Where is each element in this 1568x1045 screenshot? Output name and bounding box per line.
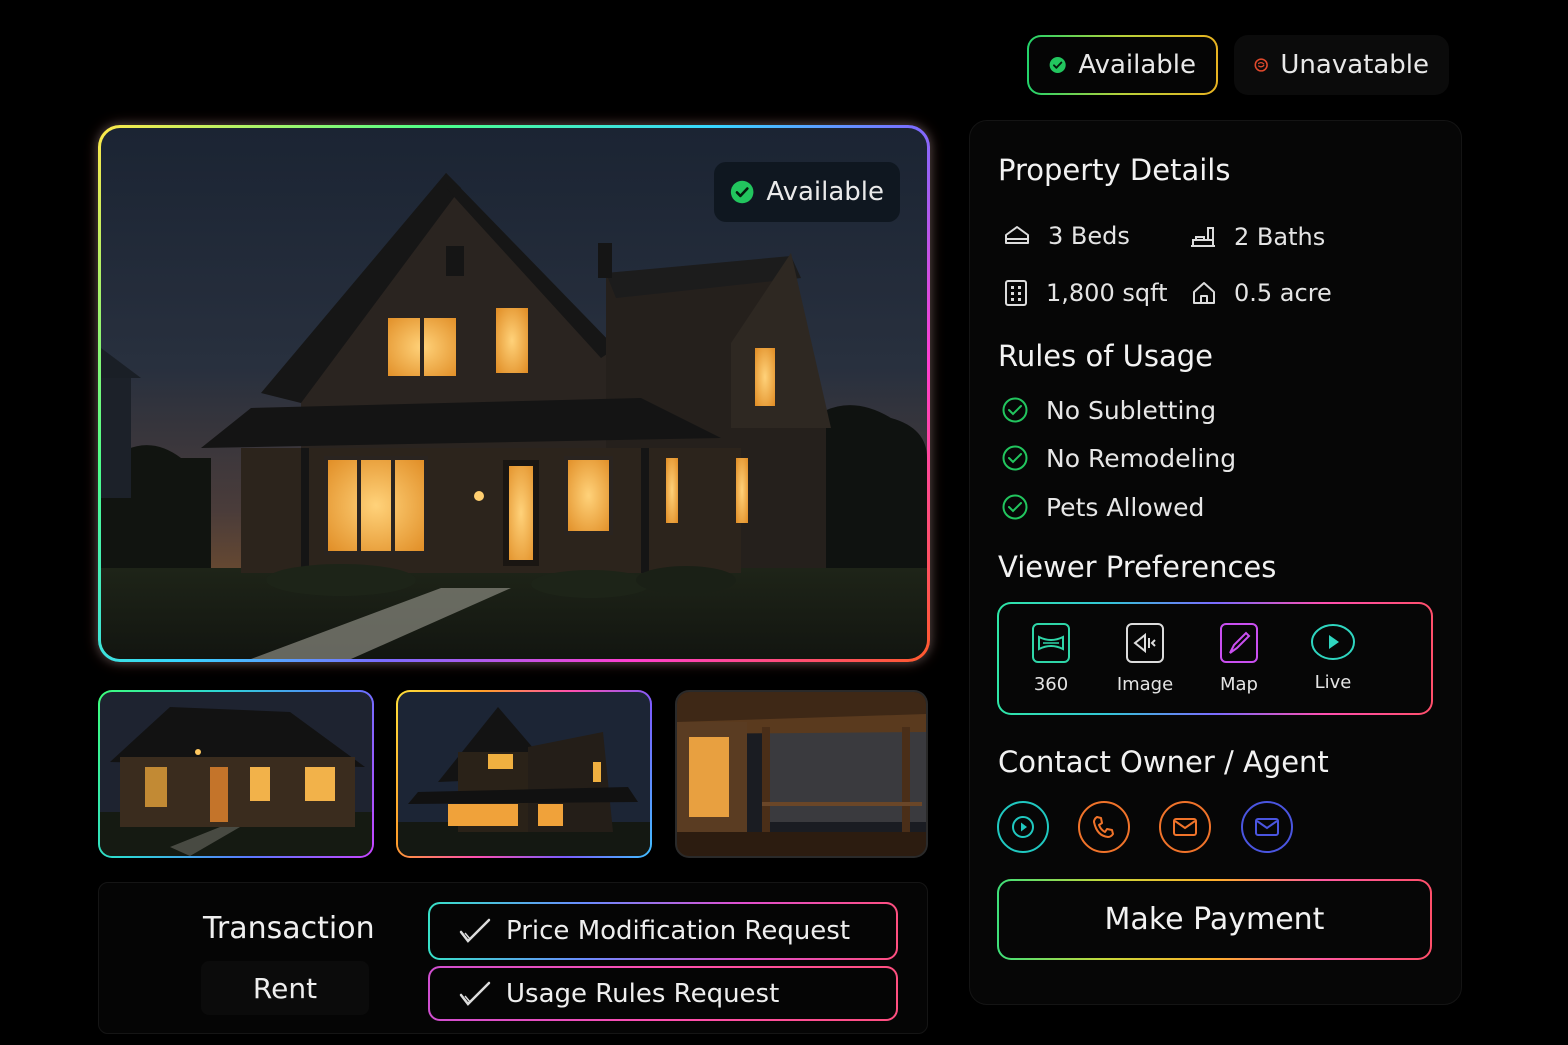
unavailable-option[interactable]: Unavatable <box>1234 35 1449 95</box>
beds-value: 3 Beds <box>1048 222 1130 250</box>
contact-message-button[interactable] <box>1241 801 1293 853</box>
rule-label: No Remodeling <box>1046 443 1237 473</box>
check-badge-icon <box>1002 445 1028 471</box>
area-detail: 1,800 sqft <box>1002 278 1168 308</box>
porch-image <box>677 692 926 856</box>
home-icon <box>1193 282 1215 304</box>
viewer-option-360[interactable]: 360 <box>1011 622 1091 695</box>
image-icon <box>1126 623 1164 663</box>
cottage-image <box>100 692 372 856</box>
rule-item: No Remodeling <box>1000 443 1236 473</box>
bath-icon <box>1191 227 1215 247</box>
thumbnail-3[interactable] <box>675 690 928 858</box>
unavailable-label: Unavatable <box>1280 50 1429 80</box>
available-label: Available <box>1078 50 1196 80</box>
check-badge-icon <box>1002 397 1028 423</box>
property-sidebar: Property Details 3 Beds 2 Baths 1,800 sq… <box>969 120 1462 1005</box>
viewer-preferences-box: 360 Image Map Live <box>997 602 1433 715</box>
baths-value: 2 Baths <box>1234 223 1326 251</box>
usage-rules-request-button[interactable]: Usage Rules Request <box>428 966 898 1021</box>
checkmark-icon <box>459 918 491 943</box>
thumbnail-1[interactable] <box>98 690 374 858</box>
viewer-option-image[interactable]: Image <box>1105 622 1185 695</box>
baths-detail: 2 Baths <box>1188 222 1325 252</box>
viewer-preferences-title: Viewer Preferences <box>998 550 1277 584</box>
available-option[interactable]: Available <box>1027 35 1218 95</box>
viewer-option-map[interactable]: Map <box>1199 622 1279 695</box>
contact-video-button[interactable] <box>997 801 1049 853</box>
building-icon <box>1005 280 1027 306</box>
area-value: 1,800 sqft <box>1046 279 1168 307</box>
check-badge-icon <box>1002 494 1028 520</box>
viewer-option-label: Image <box>1116 674 1174 695</box>
unavailable-icon <box>1254 58 1268 72</box>
make-payment-button[interactable]: Make Payment <box>997 879 1432 960</box>
two-story-house-image <box>398 692 650 856</box>
phone-icon <box>1093 816 1114 838</box>
map-pen-icon <box>1220 623 1258 663</box>
price-modification-request-label: Price Modification Request <box>506 916 851 946</box>
viewer-option-live[interactable]: Live <box>1293 622 1373 693</box>
rule-label: No Subletting <box>1046 395 1217 425</box>
transaction-type-select[interactable]: Rent <box>201 961 369 1015</box>
play-icon <box>1012 816 1034 838</box>
hero-badge-label: Available <box>766 177 884 207</box>
usage-rules-request-label: Usage Rules Request <box>506 978 780 1009</box>
rule-label: Pets Allowed <box>1046 492 1205 522</box>
availability-toggle: Available Unavatable <box>1027 35 1449 95</box>
mail-icon <box>1255 818 1279 836</box>
viewer-option-label: Map <box>1220 674 1258 695</box>
main-property-photo[interactable]: Available <box>98 125 930 662</box>
property-details-title: Property Details <box>998 153 1231 187</box>
check-circle-icon <box>730 180 754 204</box>
lot-detail: 0.5 acre <box>1190 279 1332 307</box>
hero-available-badge: Available <box>714 162 900 222</box>
viewer-option-label: 360 <box>1033 674 1069 695</box>
contact-phone-button[interactable] <box>1078 801 1130 853</box>
lot-value: 0.5 acre <box>1234 279 1332 307</box>
mail-icon <box>1173 818 1197 836</box>
viewer-option-label: Live <box>1314 672 1352 693</box>
rule-item: No Subletting <box>1000 395 1216 425</box>
thumbnail-2[interactable] <box>396 690 652 858</box>
contact-title: Contact Owner / Agent <box>998 745 1329 779</box>
bed-icon <box>1005 226 1029 244</box>
beds-detail: 3 Beds <box>1002 221 1130 251</box>
panorama-360-icon <box>1032 623 1070 663</box>
transaction-title: Transaction <box>203 911 375 946</box>
contact-email-button[interactable] <box>1159 801 1211 853</box>
rule-item: Pets Allowed <box>1000 492 1204 522</box>
checkmark-icon <box>459 981 491 1006</box>
transaction-panel: Transaction Rent Price Modification Requ… <box>98 882 928 1034</box>
check-circle-icon <box>1049 56 1066 74</box>
live-play-icon <box>1311 624 1355 660</box>
rules-title: Rules of Usage <box>998 339 1213 373</box>
price-modification-request-button[interactable]: Price Modification Request <box>428 902 898 960</box>
